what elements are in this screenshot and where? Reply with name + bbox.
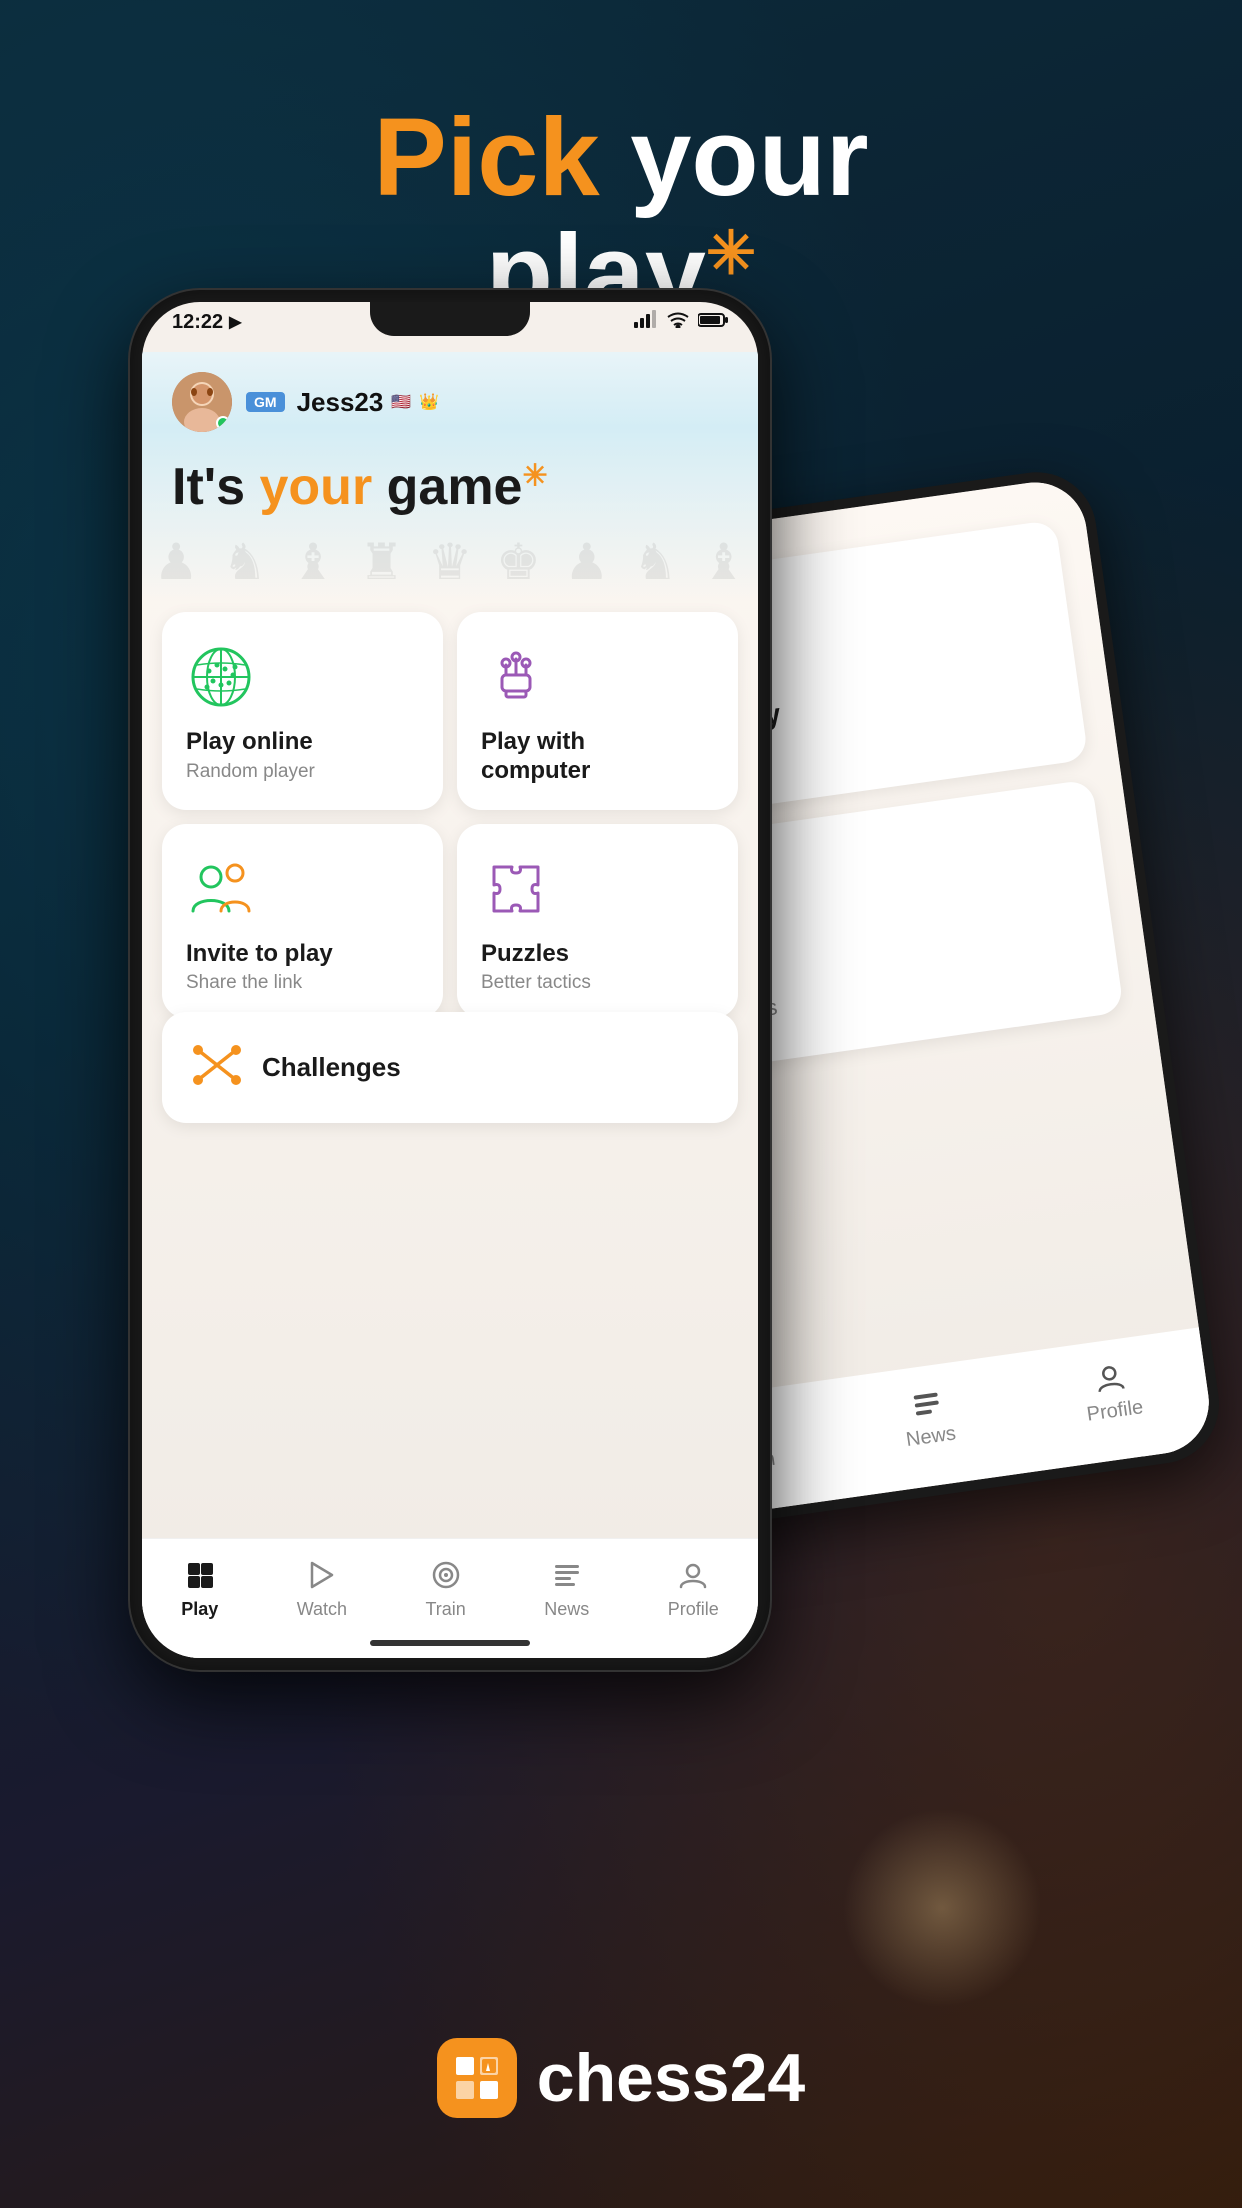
- play-online-title: Play online: [186, 728, 313, 757]
- nav-watch-label: Watch: [297, 1599, 347, 1620]
- hero-your-text: your: [600, 96, 869, 219]
- title-asterisk: ✳: [522, 460, 547, 493]
- challenges-icon: [192, 1040, 242, 1095]
- title-its: It's: [172, 458, 260, 516]
- chess24-logo-icon: [437, 2038, 517, 2118]
- invite-play-subtitle: Share the link: [186, 972, 302, 994]
- nav-news[interactable]: News: [544, 1557, 589, 1620]
- user-profile-row[interactable]: GM Jess23 🇺🇸 👑: [172, 372, 439, 432]
- puzzles-card[interactable]: Puzzles Better tactics: [457, 824, 738, 1019]
- nav-train-label: Train: [425, 1599, 465, 1620]
- play-computer-card[interactable]: Play withcomputer: [457, 612, 738, 810]
- challenges-section[interactable]: Challenges: [162, 1012, 738, 1123]
- nav-play-label: Play: [181, 1599, 218, 1620]
- user-flag-crown: 👑: [419, 392, 439, 412]
- game-options-grid: Play online Random player: [162, 612, 738, 1018]
- main-phone: 12:22 ▶: [130, 290, 770, 1670]
- play-online-icon: [186, 642, 256, 712]
- gm-badge: GM: [246, 392, 285, 412]
- app-title: It's your game✳: [172, 457, 548, 517]
- nav-watch[interactable]: Watch: [297, 1557, 347, 1620]
- nav-train[interactable]: Train: [425, 1557, 465, 1620]
- bg-nav-news[interactable]: News: [899, 1384, 957, 1451]
- news-nav-icon: [549, 1557, 585, 1593]
- train-nav-icon: [428, 1557, 464, 1593]
- title-game: game: [387, 458, 523, 516]
- puzzles-icon: [481, 854, 551, 924]
- username: Jess23: [297, 387, 384, 418]
- title-your: your: [260, 458, 387, 516]
- nav-profile-label: Profile: [668, 1599, 719, 1620]
- online-indicator: [216, 416, 230, 430]
- watch-nav-icon: [304, 1557, 340, 1593]
- play-nav-icon: [182, 1557, 218, 1593]
- light-burst-decoration: [842, 1808, 1042, 2008]
- avatar[interactable]: [172, 372, 232, 432]
- profile-nav-icon: [675, 1557, 711, 1593]
- status-time-display: 12:22: [172, 311, 223, 334]
- hero-asterisk: ✳: [706, 219, 756, 286]
- bg-nav-profile[interactable]: Profile: [1080, 1358, 1145, 1426]
- invite-play-card[interactable]: Invite to play Share the link: [162, 824, 443, 1019]
- hero-pick-text: Pick: [373, 96, 599, 219]
- play-computer-icon: [481, 642, 551, 712]
- play-computer-title: Play withcomputer: [481, 728, 590, 786]
- play-online-subtitle: Random player: [186, 761, 315, 783]
- invite-play-title: Invite to play: [186, 940, 333, 969]
- puzzles-subtitle: Better tactics: [481, 972, 591, 994]
- nav-play[interactable]: Play: [181, 1557, 218, 1620]
- user-info: GM Jess23 🇺🇸 👑: [246, 387, 439, 418]
- puzzles-title: Puzzles: [481, 940, 569, 969]
- status-gps-icon: ▶: [229, 312, 241, 332]
- battery-icon: [698, 311, 728, 334]
- challenges-title: Challenges: [262, 1052, 401, 1083]
- nav-profile[interactable]: Profile: [668, 1557, 719, 1620]
- wifi-icon: [666, 310, 690, 334]
- phone-notch: [370, 302, 530, 336]
- play-online-card[interactable]: Play online Random player: [162, 612, 443, 810]
- nav-news-label: News: [544, 1599, 589, 1620]
- user-flag-us: 🇺🇸: [391, 392, 411, 412]
- chess-pieces-decoration: ♟♞♝♜♛♚♟♞♝: [142, 512, 758, 612]
- invite-play-icon: [186, 854, 256, 924]
- signal-icon: [634, 310, 658, 334]
- home-indicator: [370, 1640, 530, 1646]
- chess24-logo: chess24: [0, 2038, 1242, 2118]
- chess24-logo-text: chess24: [537, 2039, 805, 2117]
